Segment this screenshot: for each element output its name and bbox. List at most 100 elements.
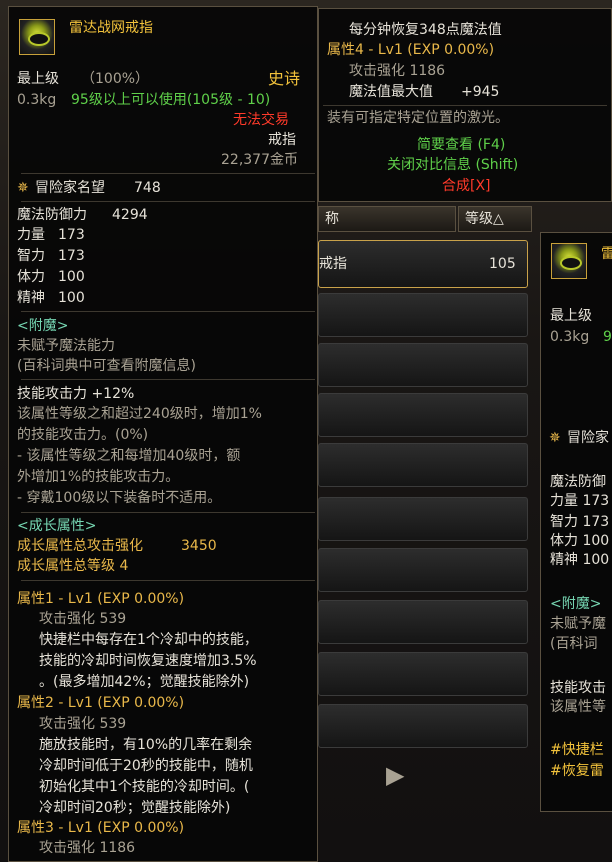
column-header-level[interactable]: 等级△ — [458, 206, 532, 232]
compare-level-req: 9 — [603, 329, 612, 345]
desc-line: 的技能攻击力。(0%) — [17, 427, 149, 443]
list-slot[interactable] — [318, 600, 528, 644]
ring-item-icon — [19, 19, 55, 55]
prop-attack: 攻击强化 539 — [39, 611, 127, 627]
prop-attack: 攻击强化 1186 — [349, 63, 446, 79]
compare-skill-attack: 技能攻击 — [550, 680, 606, 696]
divider — [21, 580, 315, 581]
stat-label: 精神 — [17, 290, 45, 306]
craft-button[interactable]: 合成[X] — [442, 177, 491, 195]
compare-enchant-title: <附魔> — [550, 596, 602, 612]
item-price: 22,377金币 — [221, 152, 298, 168]
growth-total-label: 成长属性总攻击强化 — [17, 538, 143, 554]
prop-line: 施放技能时，有10%的几率在剩余 — [39, 737, 253, 753]
desc-line: - 穿戴100级以下装备时不适用。 — [17, 490, 222, 506]
compare-enchant-none: 未赋予魔 — [550, 616, 606, 632]
compare-enchant-hint: (百科词 — [550, 636, 598, 652]
compare-shortcut-line: #快捷栏 — [550, 742, 604, 758]
compare-stat: 魔法防御 — [550, 474, 606, 490]
skill-attack-bonus: 技能攻击力 +12% — [17, 386, 135, 402]
compare-stat: 精神 100 — [550, 552, 610, 568]
column-header-name[interactable]: 称 — [318, 206, 456, 232]
enchant-none: 未赋予魔法能力 — [17, 338, 115, 354]
list-item-name: 戒指 — [319, 256, 347, 272]
compare-stat: 智力 173 — [550, 514, 610, 530]
prop-line: 技能的冷却时间恢复速度增加3.5% — [39, 653, 257, 669]
mana-max-label: 魔法值最大值 — [349, 84, 433, 100]
divider — [21, 311, 315, 312]
fame-icon: ✵ — [549, 430, 561, 446]
item-tooltip-continued: 每分钟恢复348点魔法值 属性4 - Lv1 (EXP 0.00%) 攻击强化 … — [318, 8, 612, 202]
item-weight: 0.3kg — [17, 92, 57, 108]
list-item-level: 105 — [489, 256, 516, 272]
list-slot[interactable] — [318, 393, 528, 437]
stat-value: 100 — [58, 269, 85, 285]
stat-label: 体力 — [17, 269, 45, 285]
enchant-title: <附魔> — [17, 318, 69, 334]
prop-attack: 攻击强化 539 — [39, 716, 127, 732]
growth-level: 成长属性总等级 4 — [17, 558, 129, 574]
prop-title: 属性1 - Lv1 (EXP 0.00%) — [17, 591, 185, 607]
stat-label: 魔法防御力 — [17, 207, 87, 223]
divider — [21, 201, 315, 202]
prop-title: 属性2 - Lv1 (EXP 0.00%) — [17, 695, 185, 711]
list-slot[interactable] — [318, 704, 528, 748]
prop-title: 属性3 - Lv1 (EXP 0.00%) — [17, 820, 185, 836]
compare-weight: 0.3kg — [550, 329, 590, 345]
fame-icon: ✵ — [17, 180, 29, 196]
item-tooltip: 雷达战网戒指 最上级 （100%） 史诗 0.3kg 95级以上可以使用(105… — [8, 6, 318, 862]
item-rarity: 史诗 — [268, 69, 301, 88]
compare-stat: 体力 100 — [550, 533, 610, 549]
level-requirement: 95级以上可以使用(105级 - 10) — [71, 92, 271, 108]
trade-status: 无法交易 — [233, 112, 289, 128]
item-grade: 最上级 — [17, 71, 59, 87]
prop-line: 。(最多增加42%；觉醒技能除外) — [39, 674, 250, 690]
growth-title: <成长属性> — [17, 518, 97, 534]
close-compare-button[interactable]: 关闭对比信息 (Shift) — [387, 156, 518, 174]
ring-item-icon — [551, 243, 587, 279]
item-name: 雷达战网戒指 — [69, 20, 153, 36]
growth-total-value: 3450 — [181, 538, 217, 554]
compare-item-name: 雷 — [601, 246, 612, 262]
mana-max-value: +945 — [461, 84, 500, 100]
divider — [21, 379, 315, 380]
list-slot[interactable] — [318, 652, 528, 696]
compare-fame-label: 冒险家 — [567, 430, 609, 446]
compare-grade: 最上级 — [550, 308, 592, 324]
list-item-selected[interactable]: 戒指 105 — [318, 240, 528, 288]
list-slot[interactable] — [318, 548, 528, 592]
desc-line: 外增加1%的技能攻击力。 — [17, 469, 180, 485]
compare-desc: 该属性等 — [550, 699, 606, 715]
divider — [21, 512, 315, 513]
stat-value: 100 — [58, 290, 85, 306]
stat-value: 4294 — [112, 207, 148, 223]
list-slot[interactable] — [318, 343, 528, 387]
laser-description: 装有可指定特定位置的激光。 — [327, 110, 509, 126]
play-icon[interactable]: ▶ — [386, 763, 404, 787]
compare-tooltip: 雷 最上级 0.3kg 9 ✵ 冒险家 魔法防御 力量 173 智力 173 体… — [540, 232, 612, 812]
list-slot[interactable] — [318, 497, 528, 541]
brief-view-button[interactable]: 简要查看 (F4) — [417, 136, 505, 154]
divider — [21, 173, 315, 174]
prop-line: 快捷栏中每存在1个冷却中的技能， — [39, 632, 258, 648]
prop-line: 冷却时间低于20秒的技能中，随机 — [39, 758, 253, 774]
enchant-hint: (百科词典中可查看附魔信息) — [17, 358, 196, 374]
list-slot[interactable] — [318, 443, 528, 487]
prop-line: 初始化其中1个技能的冷却时间。( — [39, 779, 250, 795]
list-slot[interactable] — [318, 293, 528, 337]
compare-shortcut-line: #恢复雷 — [550, 763, 604, 779]
prop-attack: 攻击强化 1186 — [39, 840, 136, 856]
mana-regen: 每分钟恢复348点魔法值 — [349, 22, 502, 38]
stat-value: 173 — [58, 227, 85, 243]
fame-label: 冒险家名望 — [35, 180, 105, 196]
fame-value: 748 — [134, 180, 161, 196]
item-grade-percent: （100%） — [81, 71, 150, 87]
desc-line: - 该属性等级之和每增加40级时，额 — [17, 448, 241, 464]
prop-line: 冷却时间20秒；觉醒技能除外) — [39, 800, 231, 816]
stat-label: 智力 — [17, 248, 45, 264]
stat-value: 173 — [58, 248, 85, 264]
compare-stat: 力量 173 — [550, 493, 610, 509]
stat-label: 力量 — [17, 227, 45, 243]
desc-line: 该属性等级之和超过240级时，增加1% — [17, 406, 262, 422]
prop-title: 属性4 - Lv1 (EXP 0.00%) — [327, 42, 495, 58]
